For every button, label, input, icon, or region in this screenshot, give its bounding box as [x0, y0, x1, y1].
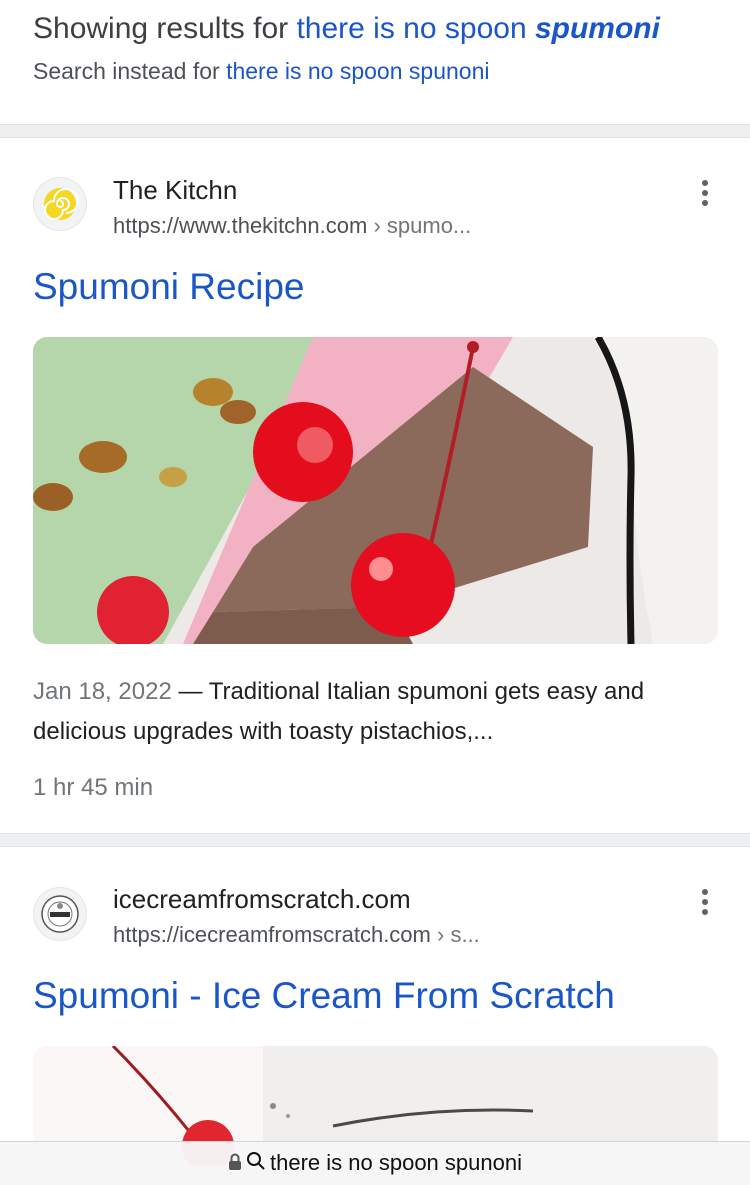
search-instead-label: Search instead for	[33, 58, 220, 84]
original-query-link[interactable]: there is no spoon spunoni	[226, 58, 489, 84]
result-separator	[0, 833, 750, 847]
search-instead-line: Search instead for there is no spoon spu…	[33, 58, 489, 85]
site-name[interactable]: icecreamfromscratch.com	[113, 884, 411, 915]
address-bar-content: there is no spoon spunoni	[0, 1150, 750, 1177]
showing-results-line: Showing results for there is no spoon sp…	[33, 12, 660, 46]
site-url[interactable]: https://icecreamfromscratch.com › s...	[113, 922, 480, 948]
corrected-query-text: there is no spoon	[296, 12, 527, 45]
corrected-query-link[interactable]: there is no spoon spumoni	[296, 12, 660, 45]
site-url[interactable]: https://www.thekitchn.com › spumo...	[113, 213, 471, 239]
lock-icon	[228, 1151, 242, 1177]
search-icon	[246, 1151, 266, 1177]
site-url-path: › spumo...	[373, 213, 472, 238]
site-name[interactable]: The Kitchn	[113, 175, 237, 206]
result-title-link[interactable]: Spumoni Recipe	[33, 266, 304, 308]
spelling-correction: Showing results for there is no spoon sp…	[0, 0, 750, 124]
result-date: Jan 18, 2022	[33, 678, 172, 705]
result-snippet: Jan 18, 2022 — Traditional Italian spumo…	[33, 672, 723, 752]
corrected-word: spumoni	[534, 12, 660, 45]
result-separator	[0, 124, 750, 138]
site-url-domain: https://www.thekitchn.com	[113, 213, 368, 238]
showing-results-label: Showing results for	[33, 12, 289, 45]
more-options-icon[interactable]	[690, 172, 720, 212]
spiral-icon	[33, 177, 87, 231]
result-thumbnail-spumoni[interactable]	[33, 337, 718, 644]
address-bar[interactable]: there is no spoon spunoni	[0, 1141, 750, 1185]
site-url-domain: https://icecreamfromscratch.com	[113, 922, 431, 947]
address-bar-text: there is no spoon spunoni	[270, 1150, 522, 1175]
search-result-card: icecreamfromscratch.com https://icecream…	[0, 847, 750, 1166]
result-title-link[interactable]: Spumoni - Ice Cream From Scratch	[33, 975, 615, 1017]
total-time: 1 hr 45 min	[33, 774, 154, 801]
seal-icon	[33, 887, 87, 941]
more-options-icon[interactable]	[690, 881, 720, 921]
site-url-path: › s...	[437, 922, 480, 947]
search-result-card: The Kitchn https://www.thekitchn.com › s…	[0, 138, 750, 833]
